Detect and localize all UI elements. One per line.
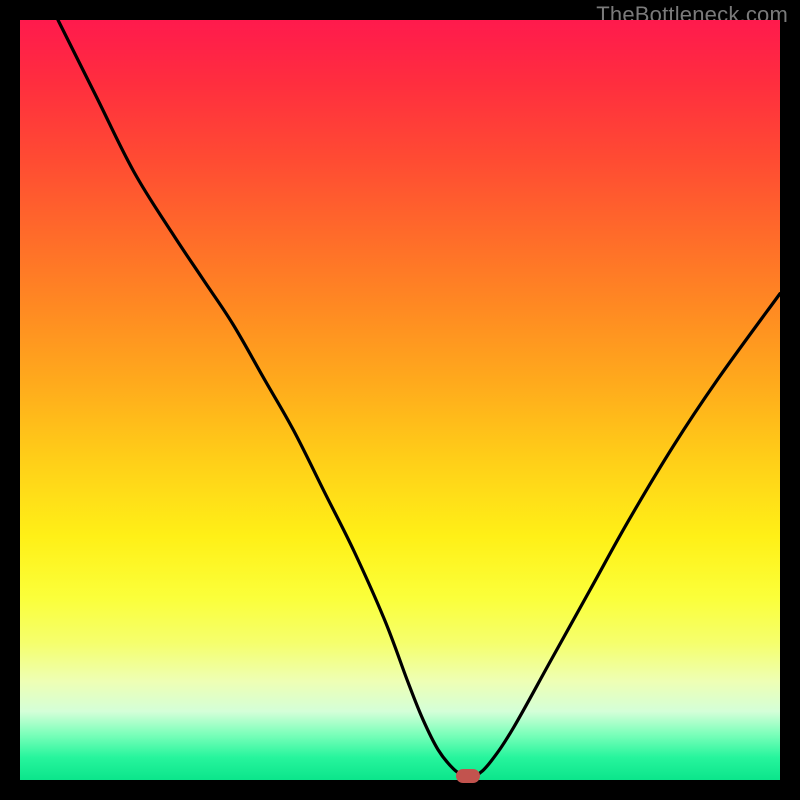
chart-frame: TheBottleneck.com [0,0,800,800]
bottleneck-curve [58,20,780,777]
curve-svg [20,20,780,780]
optimal-marker [456,769,480,783]
plot-area [20,20,780,780]
